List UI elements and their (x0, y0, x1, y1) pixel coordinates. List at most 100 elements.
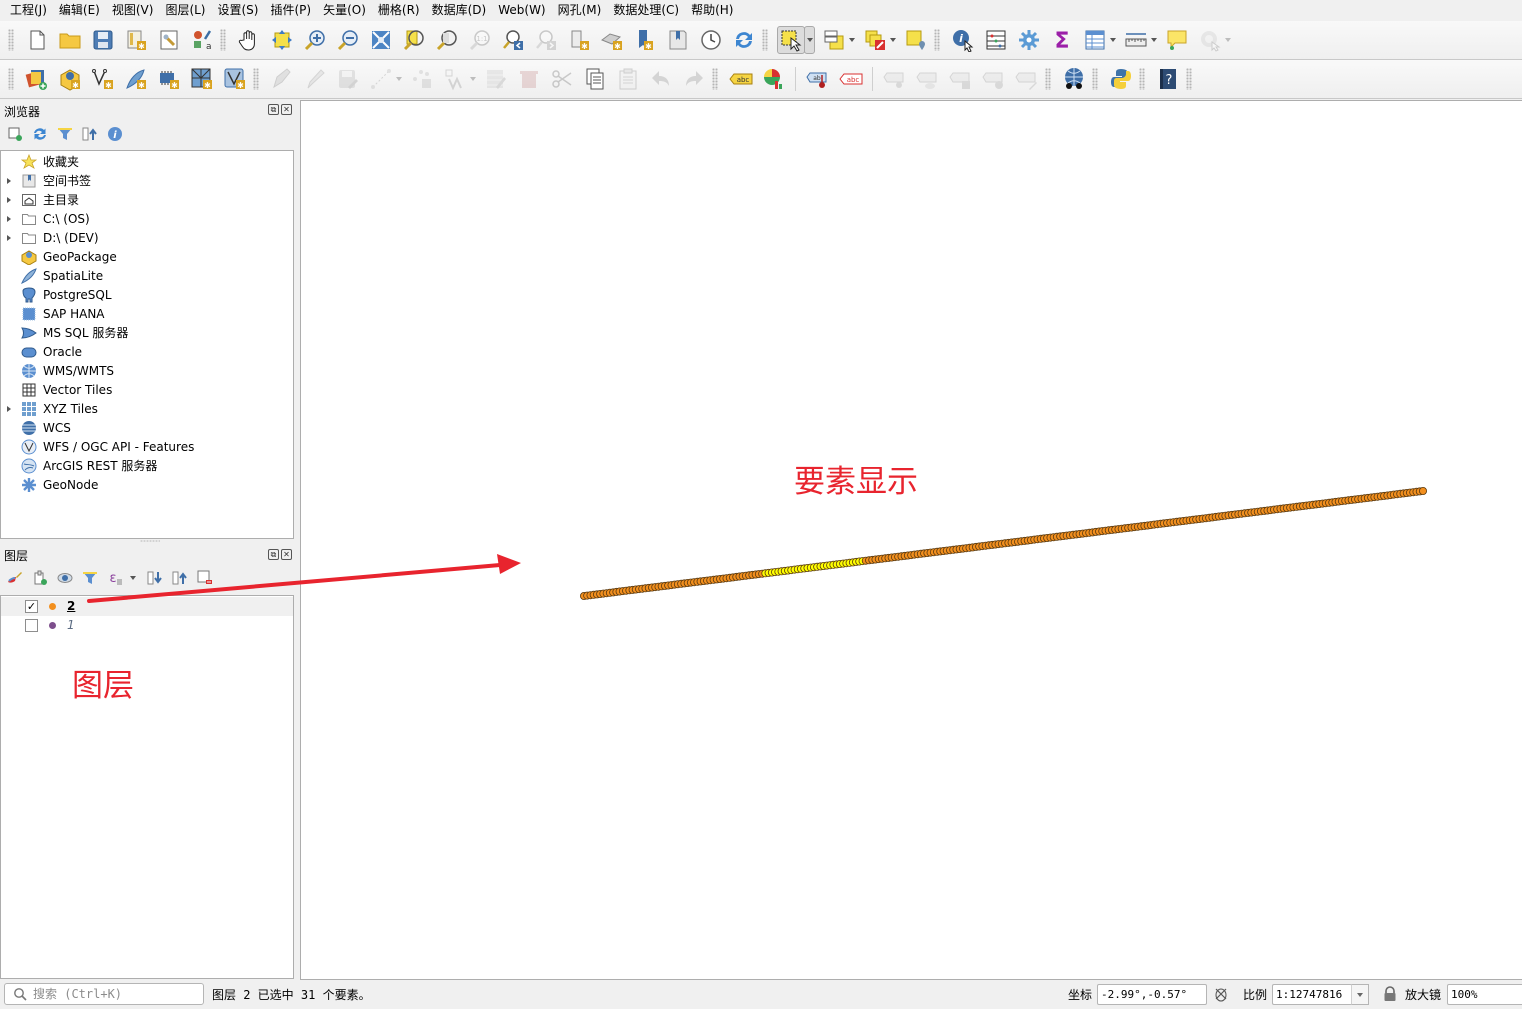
attribute-table-dropdown[interactable] (1109, 26, 1117, 54)
browser-item[interactable]: 空间书签 (1, 171, 293, 190)
save-layer-edits-button[interactable] (334, 65, 362, 93)
help-button[interactable]: ? (1154, 65, 1182, 93)
new-spatial-bookmark-button[interactable]: ✱ (631, 26, 659, 54)
run-feature-action-button[interactable] (1196, 26, 1224, 54)
save-project-button[interactable] (89, 26, 117, 54)
browser-item[interactable]: D:\ (DEV) (1, 228, 293, 247)
menu-item[interactable]: 图层(L) (159, 0, 211, 21)
zoom-next-button[interactable] (532, 26, 560, 54)
new-geopackage-layer-button[interactable]: ✱ (56, 65, 84, 93)
new-mesh-layer-button[interactable]: ✱ (188, 65, 216, 93)
expression-filter-dropdown[interactable] (129, 569, 137, 587)
menu-item[interactable]: 帮助(H) (685, 0, 739, 21)
expand-arrow-icon[interactable] (7, 405, 11, 412)
pin-labels-button[interactable]: ab (804, 65, 832, 93)
menu-item[interactable]: 网孔(M) (552, 0, 608, 21)
menu-item[interactable]: 设置(S) (212, 0, 265, 21)
browser-item[interactable]: SpatiaLite (1, 266, 293, 285)
move-label-pin-button[interactable] (881, 65, 909, 93)
properties-info-button[interactable]: i (106, 125, 124, 143)
remove-layer-button[interactable] (196, 569, 214, 587)
browser-item[interactable]: XYZ Tiles (1, 399, 293, 418)
menu-item[interactable]: 视图(V) (106, 0, 160, 21)
toolbar-grip[interactable] (1186, 68, 1192, 90)
processing-toolbox-button[interactable] (1015, 26, 1043, 54)
layout-manager-button[interactable] (155, 26, 183, 54)
filter-legend-button[interactable] (81, 569, 99, 587)
layer-styling-button[interactable] (6, 569, 24, 587)
locator-search-input[interactable] (33, 986, 201, 1002)
layer-visibility-checkbox[interactable] (25, 619, 38, 632)
new-map-view-button[interactable]: ✱ (565, 26, 593, 54)
layer-item[interactable]: 1 (1, 616, 293, 635)
browser-item[interactable]: 主目录 (1, 190, 293, 209)
diagram-tool-button[interactable] (760, 65, 788, 93)
select-by-value-button[interactable] (820, 26, 848, 54)
menu-item[interactable]: 编辑(E) (53, 0, 106, 21)
identify-features-button[interactable]: i (949, 26, 977, 54)
browser-item[interactable]: GeoNode (1, 475, 293, 494)
zoom-full-button[interactable] (367, 26, 395, 54)
show-hide-labels-button[interactable] (914, 65, 942, 93)
refresh-button[interactable] (730, 26, 758, 54)
measure-line-button[interactable] (1122, 26, 1150, 54)
point-feature[interactable] (1419, 486, 1428, 495)
toggle-editing-button[interactable] (301, 65, 329, 93)
manage-map-themes-button[interactable] (56, 569, 74, 587)
statistical-summary-button[interactable]: Σ (1048, 26, 1076, 54)
redo-button[interactable] (680, 65, 708, 93)
toolbar-grip[interactable] (762, 29, 768, 51)
pan-to-selection-button[interactable] (268, 26, 296, 54)
zoom-native-resolution-button[interactable]: 1:1 (466, 26, 494, 54)
collapse-all-button[interactable] (81, 125, 99, 143)
browser-item[interactable]: Vector Tiles (1, 380, 293, 399)
action-dropdown[interactable] (1224, 26, 1232, 54)
scale-field[interactable]: 1:12747816 (1272, 984, 1352, 1005)
browser-item[interactable]: Oracle (1, 342, 293, 361)
select-by-location-button[interactable] (902, 26, 930, 54)
refresh-browser-button[interactable] (31, 125, 49, 143)
toolbar-grip[interactable] (8, 29, 14, 51)
modify-attributes-button[interactable] (441, 65, 469, 93)
toolbar-grip[interactable] (220, 29, 226, 51)
panel-splitter[interactable] (140, 540, 160, 542)
select-features-dropdown[interactable] (804, 26, 815, 54)
cut-features-button[interactable] (548, 65, 576, 93)
close-panel-button[interactable]: ✕ (281, 104, 292, 115)
show-spatial-bookmarks-button[interactable] (664, 26, 692, 54)
float-panel-button[interactable]: ⧉ (268, 104, 279, 115)
toolbar-grip[interactable] (1092, 68, 1098, 90)
toolbar-grip[interactable] (8, 68, 14, 90)
show-pinned-labels-button[interactable]: abc (837, 65, 865, 93)
measure-dropdown[interactable] (1150, 26, 1158, 54)
move-label-button[interactable] (947, 65, 975, 93)
attribute-table-calc-button[interactable] (982, 26, 1010, 54)
menu-item[interactable]: 插件(P) (264, 0, 317, 21)
browser-item[interactable]: GeoPackage (1, 247, 293, 266)
new-vector-tile-layer-button[interactable]: ✱ (221, 65, 249, 93)
pan-map-button[interactable] (235, 26, 263, 54)
delete-selected-button[interactable] (515, 65, 543, 93)
menu-item[interactable]: 数据处理(C) (607, 0, 685, 21)
zoom-last-button[interactable] (499, 26, 527, 54)
current-edits-button[interactable] (268, 65, 296, 93)
browser-item[interactable]: PostgreSQL (1, 285, 293, 304)
modify-attributes-dropdown[interactable] (469, 65, 477, 93)
edit-attributes-button[interactable] (482, 65, 510, 93)
new-shapefile-layer-button[interactable]: ✱ (89, 65, 117, 93)
style-manager-button[interactable]: a (188, 26, 216, 54)
browser-item[interactable]: C:\ (OS) (1, 209, 293, 228)
data-source-manager-button[interactable] (23, 65, 51, 93)
coordinate-field[interactable]: -2.99°,-0.57° (1097, 984, 1207, 1005)
zoom-to-layer-button[interactable] (433, 26, 461, 54)
new-spatialite-layer-button[interactable]: ✱ (122, 65, 150, 93)
collapse-all-layers-button[interactable] (171, 569, 189, 587)
paste-features-button[interactable] (614, 65, 642, 93)
filter-browser-button[interactable] (56, 125, 74, 143)
undo-button[interactable] (647, 65, 675, 93)
deselect-dropdown[interactable] (889, 26, 897, 54)
close-panel-button[interactable]: ✕ (281, 549, 292, 560)
toolbar-grip[interactable] (934, 29, 940, 51)
open-project-button[interactable] (56, 26, 84, 54)
deselect-features-button[interactable] (861, 26, 889, 54)
